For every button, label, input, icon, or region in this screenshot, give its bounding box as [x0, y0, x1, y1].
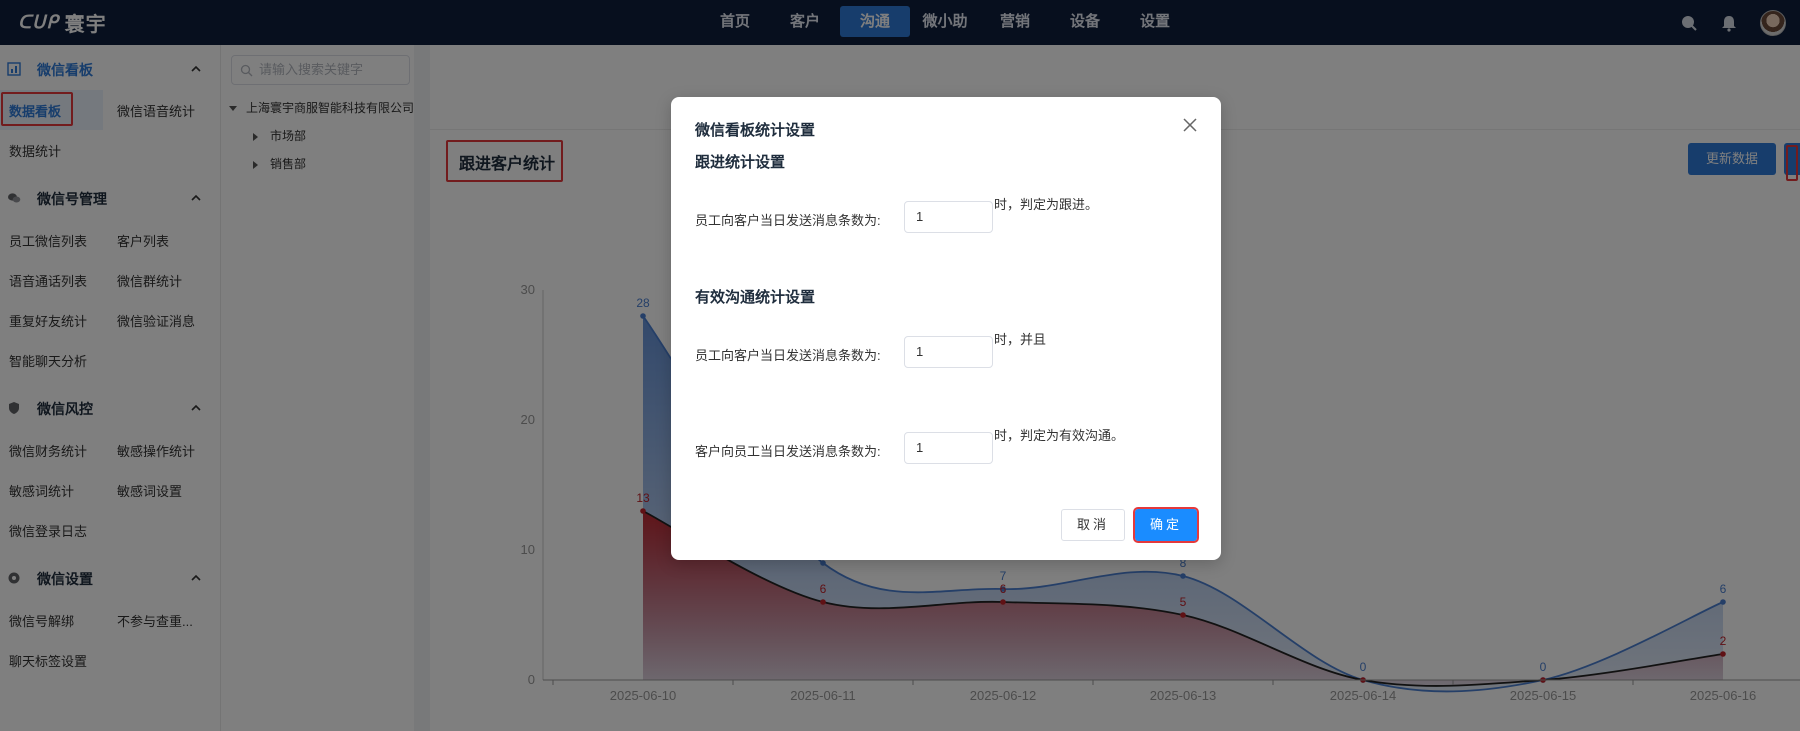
cancel-button[interactable]: 取消	[1061, 509, 1125, 541]
employee-count-input[interactable]: 1	[904, 336, 993, 368]
effective-suffix-result: 时，判定为有效沟通。	[994, 428, 1125, 443]
close-icon[interactable]	[1182, 117, 1198, 133]
follow-suffix: 时，判定为跟进。	[994, 197, 1099, 212]
confirm-button[interactable]: 确定	[1133, 507, 1199, 543]
dialog-title: 微信看板统计设置	[695, 122, 816, 139]
follow-label: 员工向客户当日发送消息条数为:	[695, 213, 881, 228]
effective-label-employee: 员工向客户当日发送消息条数为:	[695, 348, 881, 363]
stats-settings-dialog: 微信看板统计设置 跟进统计设置 员工向客户当日发送消息条数为: 1 时，判定为跟…	[671, 97, 1221, 560]
effective-label-customer: 客户向员工当日发送消息条数为:	[695, 444, 881, 459]
follow-section-title: 跟进统计设置	[695, 154, 786, 171]
effective-section-title: 有效沟通统计设置	[695, 289, 816, 306]
customer-count-input[interactable]: 1	[904, 432, 993, 464]
follow-count-input[interactable]: 1	[904, 201, 993, 233]
effective-suffix-and: 时，并且	[994, 332, 1047, 347]
